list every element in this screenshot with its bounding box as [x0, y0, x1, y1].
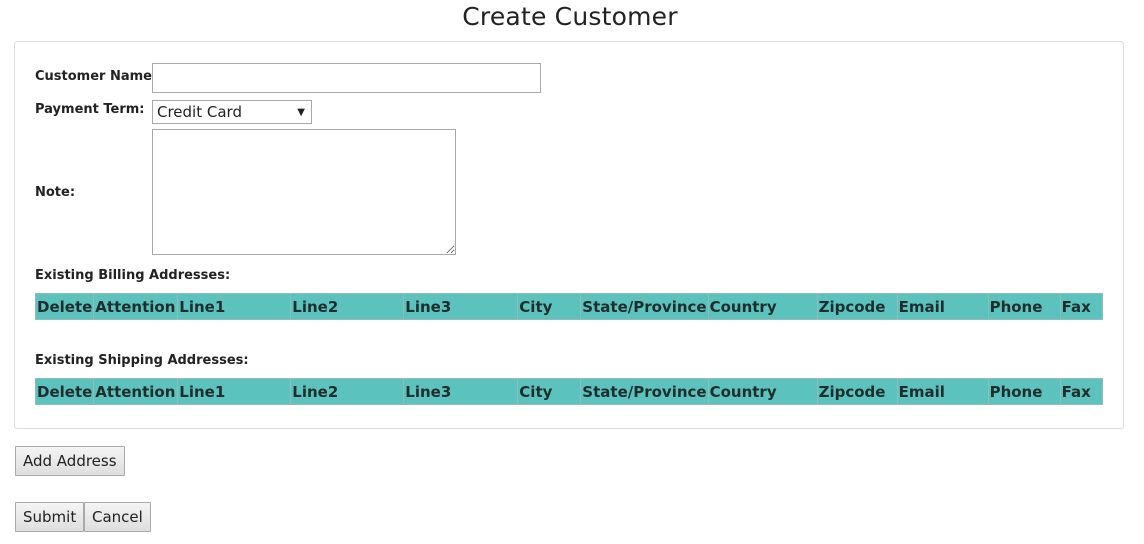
add-address-button[interactable]: Add Address	[15, 446, 125, 476]
shipping-col-phone: Phone	[987, 378, 1061, 405]
billing-addresses-table: Delete Attention Line1 Line2 Line3 City …	[34, 293, 1104, 320]
billing-col-delete: Delete	[34, 293, 95, 320]
shipping-col-line2: Line2	[290, 378, 405, 405]
shipping-addresses-table: Delete Attention Line1 Line2 Line3 City …	[34, 378, 1104, 405]
page-title: Create Customer	[462, 2, 678, 31]
billing-col-phone: Phone	[987, 293, 1061, 320]
billing-col-line2: Line2	[290, 293, 405, 320]
shipping-col-line1: Line1	[177, 378, 292, 405]
note-textarea[interactable]	[152, 129, 456, 255]
billing-col-state-province: State/Province	[580, 293, 709, 320]
customer-name-label: Customer Name:	[35, 69, 158, 84]
shipping-col-state-province: State/Province	[580, 378, 709, 405]
payment-term-select[interactable]: Credit Card ▼	[152, 100, 312, 124]
shipping-col-zipcode: Zipcode	[816, 378, 898, 405]
shipping-col-email: Email	[896, 378, 989, 405]
shipping-addresses-heading: Existing Shipping Addresses:	[35, 353, 249, 368]
billing-col-fax: Fax	[1059, 293, 1104, 320]
shipping-col-delete: Delete	[34, 378, 95, 405]
billing-col-city: City	[517, 293, 582, 320]
shipping-col-city: City	[517, 378, 582, 405]
billing-col-country: Country	[707, 293, 818, 320]
customer-form-panel: Customer Name: Payment Term: Credit Card…	[14, 41, 1124, 429]
billing-col-attention: Attention	[93, 293, 179, 320]
billing-addresses-heading: Existing Billing Addresses:	[35, 268, 231, 283]
shipping-table-header-row: Delete Attention Line1 Line2 Line3 City …	[34, 378, 1104, 405]
shipping-col-line3: Line3	[403, 378, 519, 405]
payment-term-label: Payment Term:	[35, 102, 145, 117]
billing-table-header-row: Delete Attention Line1 Line2 Line3 City …	[34, 293, 1104, 320]
billing-col-email: Email	[896, 293, 989, 320]
submit-button[interactable]: Submit	[15, 502, 85, 532]
shipping-col-attention: Attention	[93, 378, 179, 405]
shipping-col-country: Country	[707, 378, 818, 405]
billing-col-line3: Line3	[403, 293, 519, 320]
note-label: Note:	[35, 185, 76, 200]
dropdown-arrow-icon: ▼	[297, 107, 305, 118]
billing-col-line1: Line1	[177, 293, 292, 320]
customer-name-input[interactable]	[152, 63, 541, 93]
shipping-col-fax: Fax	[1059, 378, 1104, 405]
payment-term-selected-value: Credit Card	[157, 103, 242, 121]
billing-col-zipcode: Zipcode	[816, 293, 898, 320]
cancel-button[interactable]: Cancel	[84, 502, 151, 532]
